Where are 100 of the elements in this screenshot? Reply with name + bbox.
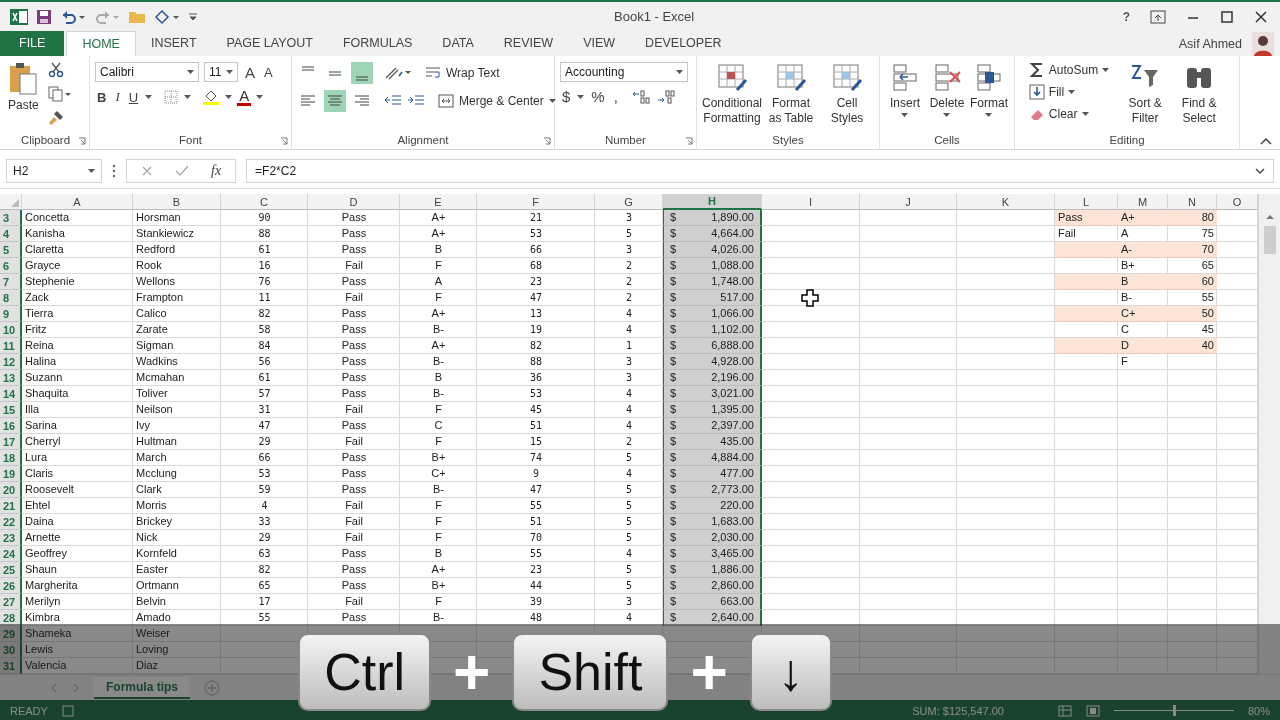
- user-name[interactable]: Asif Ahmed: [1178, 36, 1242, 51]
- font-color-button[interactable]: A: [237, 88, 252, 106]
- row-header[interactable]: 6: [0, 258, 22, 274]
- caret-icon[interactable]: [187, 70, 194, 74]
- formula-field[interactable]: =F2*C2: [246, 159, 1274, 183]
- collapse-ribbon-icon[interactable]: [1260, 137, 1272, 145]
- percent-button[interactable]: %: [589, 88, 607, 105]
- column-header[interactable]: E: [400, 194, 477, 210]
- row-header[interactable]: 11: [0, 338, 22, 354]
- ribbon-tab[interactable]: HOME: [66, 31, 136, 56]
- underline-button[interactable]: U: [126, 89, 141, 105]
- row-header[interactable]: 10: [0, 322, 22, 338]
- increase-decimal-icon[interactable]: [630, 88, 651, 105]
- caret-icon[interactable]: [256, 95, 264, 99]
- caret-icon[interactable]: [226, 70, 233, 74]
- caret-icon[interactable]: [1068, 90, 1076, 94]
- row-header[interactable]: 8: [0, 290, 22, 306]
- ribbon-tab[interactable]: PAGE LAYOUT: [211, 31, 328, 56]
- column-header[interactable]: H: [663, 194, 762, 210]
- scroll-up-icon[interactable]: [1264, 214, 1275, 220]
- column-header[interactable]: C: [221, 194, 308, 210]
- font-size-dropdown[interactable]: 11: [204, 62, 238, 82]
- row-header[interactable]: 20: [0, 482, 22, 498]
- cells-button[interactable]: Insert: [885, 60, 925, 119]
- save-icon[interactable]: [36, 8, 52, 25]
- dialog-launcher-icon[interactable]: [685, 137, 693, 145]
- column-header[interactable]: F: [477, 194, 595, 210]
- caret-icon[interactable]: [145, 95, 153, 99]
- name-box[interactable]: H2: [6, 159, 102, 183]
- vertical-scrollbar[interactable]: [1258, 194, 1280, 674]
- row-header[interactable]: 23: [0, 530, 22, 546]
- column-header[interactable]: D: [308, 194, 400, 210]
- fill-color-icon[interactable]: [202, 88, 221, 106]
- copy-icon[interactable]: [47, 86, 72, 102]
- decrease-decimal-icon[interactable]: [655, 88, 676, 105]
- styles-button[interactable]: Format as Table: [764, 60, 818, 128]
- help-button[interactable]: ?: [1122, 9, 1130, 24]
- normal-view-icon[interactable]: [1057, 704, 1072, 717]
- currency-button[interactable]: $: [560, 88, 573, 105]
- row-header[interactable]: 14: [0, 386, 22, 402]
- column-header[interactable]: M: [1118, 194, 1168, 210]
- sort-filter-button[interactable]: Sort & Filter: [1119, 60, 1172, 128]
- check-icon[interactable]: [175, 165, 189, 177]
- caret-icon[interactable]: [184, 95, 192, 99]
- row-header[interactable]: 17: [0, 434, 22, 450]
- row-header[interactable]: 5: [0, 242, 22, 258]
- clear-button[interactable]: Clear: [1028, 106, 1110, 122]
- dialog-launcher-icon[interactable]: [543, 137, 551, 145]
- row-header[interactable]: 27: [0, 594, 22, 610]
- styles-button[interactable]: Conditional Formatting: [702, 60, 762, 128]
- page-layout-icon[interactable]: [1085, 704, 1100, 717]
- dialog-launcher-icon[interactable]: [280, 137, 288, 145]
- column-header[interactable]: B: [133, 194, 221, 210]
- wrap-text-button[interactable]: Wrap Text: [425, 66, 500, 80]
- ribbon-tab[interactable]: FILE: [0, 31, 65, 56]
- row-header[interactable]: 22: [0, 514, 22, 530]
- number-format-dropdown[interactable]: Accounting: [560, 62, 688, 82]
- ribbon-tab[interactable]: DEVELOPER: [630, 31, 737, 56]
- insert-function-button[interactable]: fx: [211, 163, 222, 179]
- row-header[interactable]: 21: [0, 498, 22, 514]
- column-header[interactable]: J: [860, 194, 957, 210]
- row-header[interactable]: 26: [0, 578, 22, 594]
- cells-button[interactable]: Delete: [927, 60, 967, 119]
- ribbon-tab[interactable]: DATA: [427, 31, 489, 56]
- row-header[interactable]: 18: [0, 450, 22, 466]
- ribbon-tab[interactable]: VIEW: [568, 31, 631, 56]
- row-header[interactable]: 7: [0, 274, 22, 290]
- styles-button[interactable]: Cell Styles: [820, 60, 874, 128]
- caret-icon[interactable]: [985, 113, 993, 117]
- row-header[interactable]: 12: [0, 354, 22, 370]
- column-header[interactable]: I: [762, 194, 860, 210]
- row-header[interactable]: 28: [0, 610, 22, 626]
- cells-button[interactable]: Format: [968, 60, 1009, 119]
- row-header[interactable]: 9: [0, 306, 22, 322]
- ribbon-display-icon[interactable]: [1150, 9, 1166, 24]
- caret-icon[interactable]: [225, 95, 233, 99]
- row-header[interactable]: 3: [0, 210, 22, 226]
- fill-button[interactable]: Fill: [1028, 84, 1110, 100]
- comma-button[interactable]: ,: [611, 88, 620, 105]
- column-header[interactable]: N: [1168, 194, 1217, 210]
- row-header[interactable]: 13: [0, 370, 22, 386]
- paste-button[interactable]: Paste: [7, 60, 40, 114]
- row-header[interactable]: 24: [0, 546, 22, 562]
- column-header[interactable]: K: [957, 194, 1055, 210]
- column-header[interactable]: L: [1055, 194, 1118, 210]
- ribbon-tab[interactable]: INSERT: [135, 31, 212, 56]
- expand-icon[interactable]: [1255, 168, 1265, 174]
- column-header[interactable]: A: [22, 194, 133, 210]
- caret-icon[interactable]: [676, 70, 683, 74]
- grow-font-button[interactable]: A: [243, 63, 257, 81]
- ribbon-tab[interactable]: REVIEW: [488, 31, 569, 56]
- caret-icon[interactable]: [901, 113, 909, 117]
- row-header[interactable]: 16: [0, 418, 22, 434]
- touch-mode-icon[interactable]: [154, 8, 180, 25]
- row-header[interactable]: 19: [0, 466, 22, 482]
- paintbrush-icon[interactable]: [47, 110, 64, 126]
- caret-icon[interactable]: [1081, 112, 1089, 116]
- caret-icon[interactable]: [548, 99, 556, 103]
- column-header[interactable]: G: [595, 194, 663, 210]
- row-header[interactable]: 25: [0, 562, 22, 578]
